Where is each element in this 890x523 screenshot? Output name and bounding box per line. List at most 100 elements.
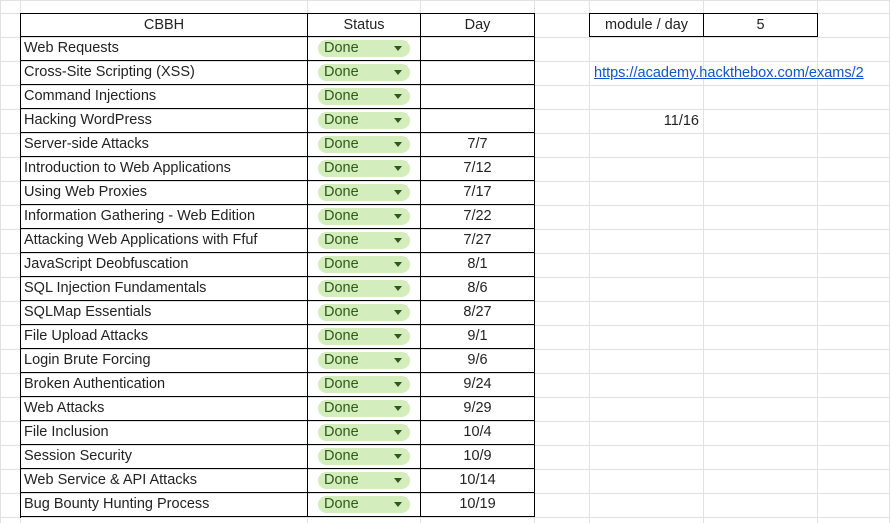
- day-cell[interactable]: [421, 61, 535, 85]
- header-day[interactable]: Day: [421, 13, 535, 37]
- status-dropdown-chip[interactable]: Done: [318, 400, 410, 417]
- module-name-cell[interactable]: Server-side Attacks: [20, 133, 308, 157]
- dropdown-arrow-icon[interactable]: [394, 142, 402, 147]
- module-per-day-value[interactable]: 5: [703, 13, 818, 37]
- module-name-cell[interactable]: File Inclusion: [20, 421, 308, 445]
- module-name-cell[interactable]: Cross-Site Scripting (XSS): [20, 61, 308, 85]
- status-cell[interactable]: Done: [308, 61, 421, 85]
- day-cell[interactable]: 9/6: [421, 349, 535, 373]
- module-per-day-label[interactable]: module / day: [589, 13, 704, 37]
- module-name-cell[interactable]: Information Gathering - Web Edition: [20, 205, 308, 229]
- status-cell[interactable]: Done: [308, 349, 421, 373]
- status-dropdown-chip[interactable]: Done: [318, 64, 410, 81]
- day-cell[interactable]: 10/19: [421, 493, 535, 517]
- module-name-cell[interactable]: Command Injections: [20, 85, 308, 109]
- day-cell[interactable]: 7/17: [421, 181, 535, 205]
- status-dropdown-chip[interactable]: Done: [318, 136, 410, 153]
- day-cell[interactable]: [421, 85, 535, 109]
- day-cell[interactable]: 9/1: [421, 325, 535, 349]
- dropdown-arrow-icon[interactable]: [394, 454, 402, 459]
- status-dropdown-chip[interactable]: Done: [318, 184, 410, 201]
- status-cell[interactable]: Done: [308, 493, 421, 517]
- dropdown-arrow-icon[interactable]: [394, 214, 402, 219]
- day-cell[interactable]: 7/27: [421, 229, 535, 253]
- status-dropdown-chip[interactable]: Done: [318, 208, 410, 225]
- status-cell[interactable]: Done: [308, 229, 421, 253]
- dropdown-arrow-icon[interactable]: [394, 166, 402, 171]
- status-cell[interactable]: Done: [308, 325, 421, 349]
- dropdown-arrow-icon[interactable]: [394, 46, 402, 51]
- module-name-cell[interactable]: JavaScript Deobfuscation: [20, 253, 308, 277]
- module-name-cell[interactable]: Broken Authentication: [20, 373, 308, 397]
- dropdown-arrow-icon[interactable]: [394, 382, 402, 387]
- module-name-cell[interactable]: Login Brute Forcing: [20, 349, 308, 373]
- dropdown-arrow-icon[interactable]: [394, 358, 402, 363]
- module-name-cell[interactable]: SQLMap Essentials: [20, 301, 308, 325]
- dropdown-arrow-icon[interactable]: [394, 286, 402, 291]
- status-dropdown-chip[interactable]: Done: [318, 304, 410, 321]
- dropdown-arrow-icon[interactable]: [394, 334, 402, 339]
- day-cell[interactable]: 10/9: [421, 445, 535, 469]
- dropdown-arrow-icon[interactable]: [394, 478, 402, 483]
- day-cell[interactable]: 7/22: [421, 205, 535, 229]
- day-cell[interactable]: [421, 37, 535, 61]
- module-name-cell[interactable]: File Upload Attacks: [20, 325, 308, 349]
- day-cell[interactable]: 7/12: [421, 157, 535, 181]
- status-dropdown-chip[interactable]: Done: [318, 352, 410, 369]
- status-dropdown-chip[interactable]: Done: [318, 256, 410, 273]
- module-name-cell[interactable]: Introduction to Web Applications: [20, 157, 308, 181]
- module-name-cell[interactable]: Hacking WordPress: [20, 109, 308, 133]
- exam-link-cell[interactable]: https://academy.hackthebox.com/exams/2: [590, 62, 890, 86]
- status-cell[interactable]: Done: [308, 133, 421, 157]
- dropdown-arrow-icon[interactable]: [394, 430, 402, 435]
- dropdown-arrow-icon[interactable]: [394, 190, 402, 195]
- status-cell[interactable]: Done: [308, 157, 421, 181]
- exam-link[interactable]: https://academy.hackthebox.com/exams/2: [594, 65, 864, 81]
- status-dropdown-chip[interactable]: Done: [318, 472, 410, 489]
- day-cell[interactable]: 8/1: [421, 253, 535, 277]
- status-cell[interactable]: Done: [308, 397, 421, 421]
- status-cell[interactable]: Done: [308, 373, 421, 397]
- status-dropdown-chip[interactable]: Done: [318, 448, 410, 465]
- day-cell[interactable]: 8/27: [421, 301, 535, 325]
- dropdown-arrow-icon[interactable]: [394, 310, 402, 315]
- module-name-cell[interactable]: Bug Bounty Hunting Process: [20, 493, 308, 517]
- date-cell[interactable]: 11/16: [590, 110, 703, 134]
- status-cell[interactable]: Done: [308, 421, 421, 445]
- module-name-cell[interactable]: Session Security: [20, 445, 308, 469]
- status-cell[interactable]: Done: [308, 253, 421, 277]
- header-status[interactable]: Status: [308, 13, 421, 37]
- dropdown-arrow-icon[interactable]: [394, 262, 402, 267]
- status-cell[interactable]: Done: [308, 469, 421, 493]
- status-dropdown-chip[interactable]: Done: [318, 160, 410, 177]
- status-cell[interactable]: Done: [308, 277, 421, 301]
- status-dropdown-chip[interactable]: Done: [318, 112, 410, 129]
- status-dropdown-chip[interactable]: Done: [318, 280, 410, 297]
- status-dropdown-chip[interactable]: Done: [318, 496, 410, 513]
- module-name-cell[interactable]: Web Attacks: [20, 397, 308, 421]
- status-cell[interactable]: Done: [308, 181, 421, 205]
- status-dropdown-chip[interactable]: Done: [318, 376, 410, 393]
- header-cbbh[interactable]: CBBH: [20, 13, 308, 37]
- status-cell[interactable]: Done: [308, 205, 421, 229]
- day-cell[interactable]: 7/7: [421, 133, 535, 157]
- day-cell[interactable]: 10/14: [421, 469, 535, 493]
- status-cell[interactable]: Done: [308, 109, 421, 133]
- status-cell[interactable]: Done: [308, 301, 421, 325]
- dropdown-arrow-icon[interactable]: [394, 70, 402, 75]
- day-cell[interactable]: 9/24: [421, 373, 535, 397]
- dropdown-arrow-icon[interactable]: [394, 118, 402, 123]
- day-cell[interactable]: 8/6: [421, 277, 535, 301]
- module-name-cell[interactable]: SQL Injection Fundamentals: [20, 277, 308, 301]
- status-cell[interactable]: Done: [308, 445, 421, 469]
- dropdown-arrow-icon[interactable]: [394, 94, 402, 99]
- module-name-cell[interactable]: Web Service & API Attacks: [20, 469, 308, 493]
- status-dropdown-chip[interactable]: Done: [318, 232, 410, 249]
- dropdown-arrow-icon[interactable]: [394, 502, 402, 507]
- status-dropdown-chip[interactable]: Done: [318, 88, 410, 105]
- day-cell[interactable]: 9/29: [421, 397, 535, 421]
- dropdown-arrow-icon[interactable]: [394, 238, 402, 243]
- status-dropdown-chip[interactable]: Done: [318, 328, 410, 345]
- status-cell[interactable]: Done: [308, 85, 421, 109]
- day-cell[interactable]: 10/4: [421, 421, 535, 445]
